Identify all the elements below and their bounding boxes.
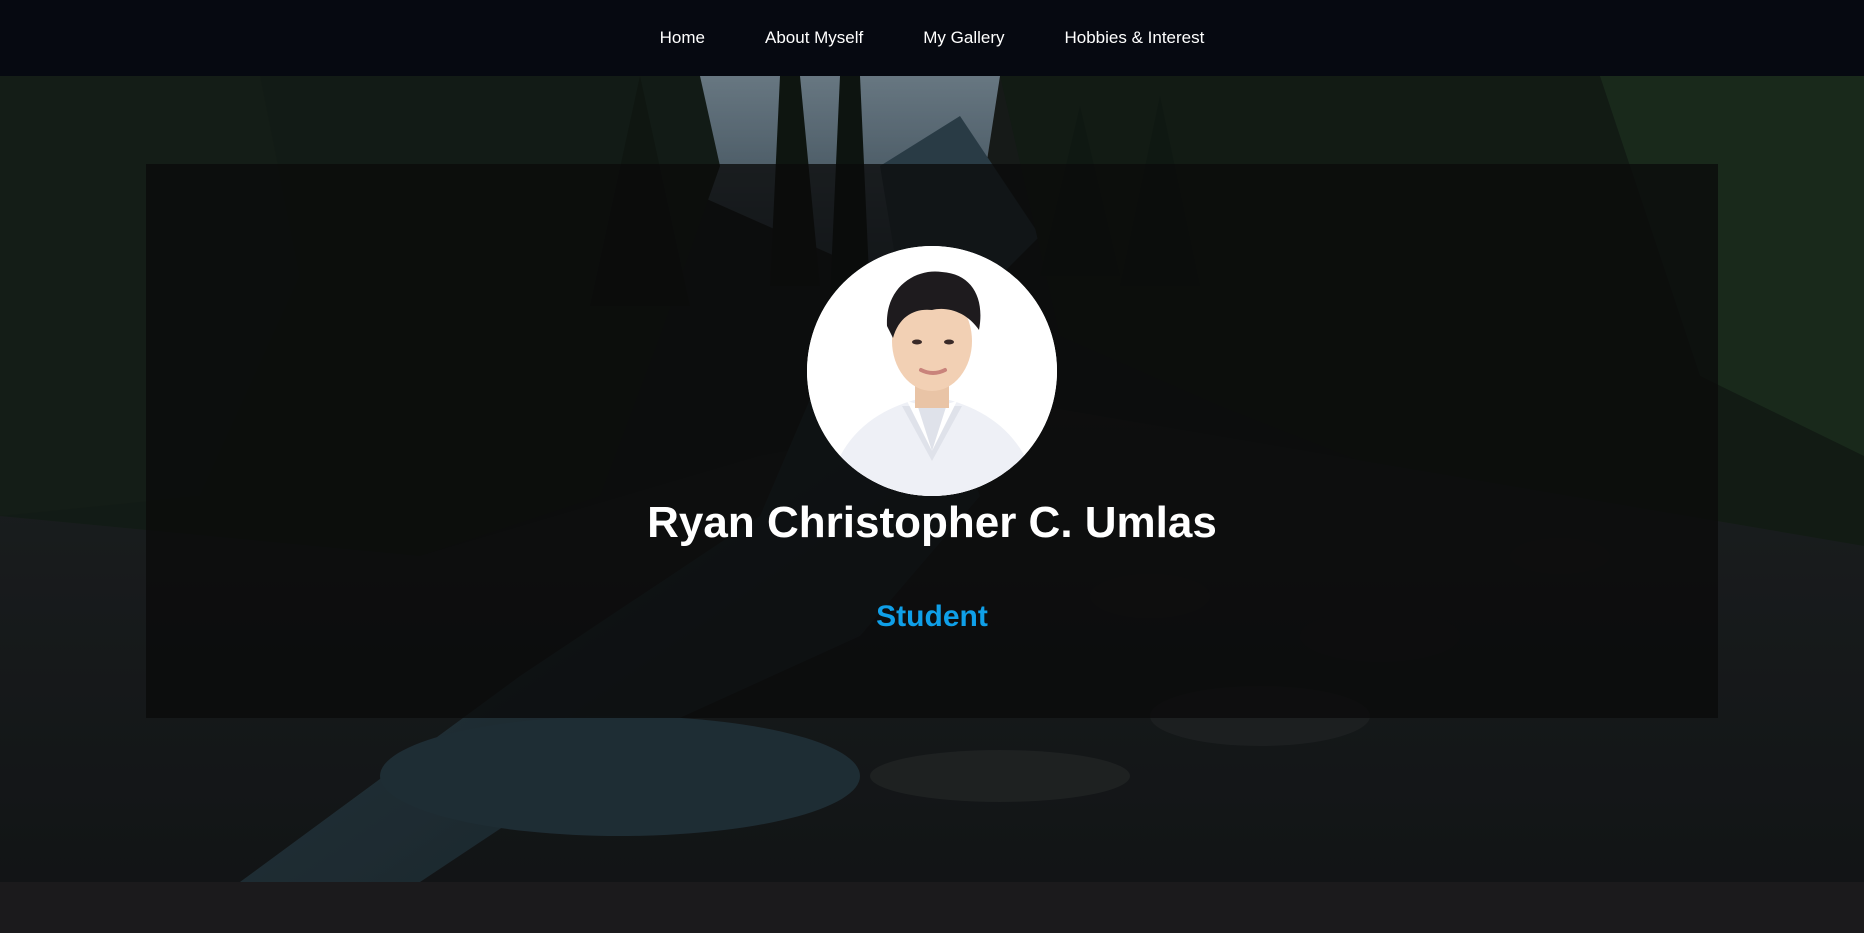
nav-hobbies-link[interactable]: Hobbies & Interest [1035, 28, 1235, 47]
profile-photo-avatar [807, 246, 1057, 496]
profile-role-subtitle: Student [876, 600, 988, 633]
page-footer-strip [0, 882, 1864, 933]
nav-gallery-link[interactable]: My Gallery [893, 28, 1034, 47]
profile-name-heading: Ryan Christopher C. Umlas [647, 498, 1217, 547]
nav-home-link[interactable]: Home [630, 28, 735, 47]
person-portrait-icon [807, 246, 1057, 496]
nav-about-link[interactable]: About Myself [735, 28, 893, 47]
nav-list: Home About Myself My Gallery Hobbies & I… [630, 0, 1235, 76]
top-navigation: Home About Myself My Gallery Hobbies & I… [0, 0, 1864, 76]
